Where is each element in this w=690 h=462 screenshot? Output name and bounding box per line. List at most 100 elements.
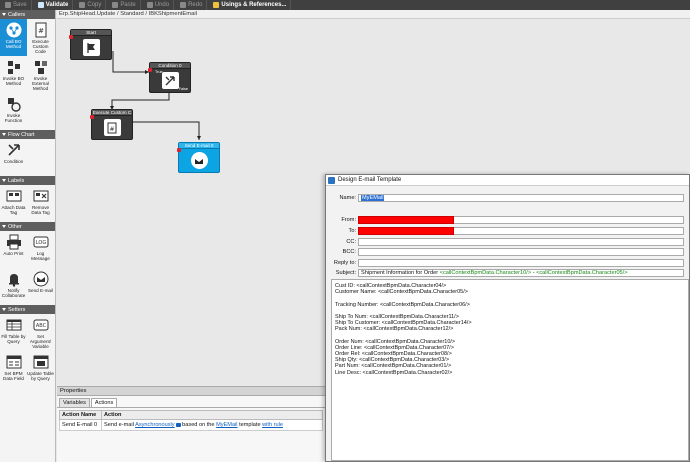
workflow-nodes-icon (6, 22, 22, 38)
app-icon (328, 176, 335, 184)
caret-down-icon (2, 308, 6, 311)
invoke-method-icon (6, 59, 22, 75)
email-body-editor[interactable]: Cust ID: <callContextBpmData.Character04… (331, 279, 689, 461)
paste-button[interactable]: Paste (108, 0, 141, 10)
palette-item-invoke-bo-method[interactable]: Invoke BO Method (0, 56, 27, 93)
template-link[interactable]: MyEMail (216, 422, 237, 428)
node-send-email[interactable]: Send E-mail 0 (177, 142, 220, 173)
palette-item-condition[interactable]: Condition (0, 139, 27, 176)
mode-link[interactable]: Asynchronously (135, 422, 175, 428)
node-start[interactable]: Start (69, 29, 112, 60)
rule-link[interactable]: with rule (262, 422, 283, 428)
palette-item-invoke-external-method[interactable]: Invoke External Method (27, 56, 54, 93)
from-row: From: (326, 216, 684, 224)
palette-item-set-argument-variable[interactable]: ABC Set Argument/ Variable (27, 314, 54, 351)
workflow-canvas[interactable]: Start Condition 0 True False Execute Cus… (57, 20, 325, 385)
cc-input[interactable] (358, 238, 684, 246)
to-input[interactable] (358, 227, 454, 235)
palette-section-other[interactable]: Other (0, 222, 55, 231)
copy-icon (79, 2, 86, 8)
remove-tag-icon (33, 188, 49, 204)
usings-references-button[interactable]: Usings & References... (209, 0, 292, 10)
palette-section-setters[interactable]: Setters (0, 305, 55, 314)
set-variable-icon: ABC (33, 317, 49, 333)
caret-down-icon (2, 13, 6, 16)
palette-item-log-message[interactable]: LOG Log Message (27, 231, 54, 268)
copy-button[interactable]: Copy (75, 0, 107, 10)
from-input-extension[interactable] (454, 216, 684, 224)
start-flag-icon (82, 39, 100, 56)
chevron-down-icon[interactable] (175, 422, 181, 427)
validate-button[interactable]: Validate (34, 0, 74, 10)
table-row[interactable]: Send E-mail 0 Send e-mail Asynchronously… (59, 419, 323, 431)
false-branch-label: False (178, 87, 188, 91)
svg-text:#: # (38, 27, 44, 35)
palette-item-call-bo-method[interactable]: Call BO Method (0, 19, 27, 56)
palette-item-invoke-function[interactable]: Invoke Function (0, 93, 27, 130)
palette-item-set-bpm-data-field[interactable]: Set BPM Data Field (0, 351, 27, 388)
palette-section-flow-chart[interactable]: Flow Chart (0, 130, 55, 139)
palette-item-remove-data-tag[interactable]: Remove Data Tag (27, 185, 54, 222)
caret-down-icon (2, 225, 6, 228)
palette-section-callers[interactable]: Callers (0, 10, 55, 19)
cc-row: CC: (326, 238, 684, 246)
palette-item-execute-custom-code[interactable]: # Execute Custom Code (27, 19, 54, 56)
breakpoint-marker (177, 148, 181, 152)
save-button[interactable]: Save (1, 0, 32, 10)
breakpoint-marker (148, 68, 152, 72)
caret-down-icon (2, 133, 6, 136)
node-execute-custom-code[interactable]: Execute Custom C # (90, 109, 133, 140)
to-input-extension[interactable] (454, 227, 684, 235)
properties-title: Properties (57, 387, 325, 396)
condition-icon (6, 142, 22, 158)
undo-button[interactable]: Undo (143, 0, 175, 10)
palette-section-labels[interactable]: Labels (0, 176, 55, 185)
tab-actions[interactable]: Actions (90, 398, 118, 407)
caret-down-icon (2, 179, 6, 182)
condition-arrow-icon (161, 72, 179, 89)
actions-table: Action Name Action Send E-mail 0 Send e-… (59, 410, 323, 431)
action-name-cell: Send E-mail 0 (59, 419, 102, 431)
bell-icon (6, 271, 22, 287)
redo-button[interactable]: Redo (176, 0, 208, 10)
breakpoint-marker (69, 35, 73, 39)
subject-input[interactable]: Shipment Information for Order <callCont… (358, 269, 684, 277)
palette-item-send-email[interactable]: Send E-mail (27, 268, 54, 305)
properties-panel: Properties Variables Actions Action Name… (57, 386, 325, 462)
update-table-icon (33, 354, 49, 370)
body-line: Line Desc: <callContextBpmData.Character… (335, 369, 453, 376)
validate-icon (37, 2, 44, 8)
reply-to-input[interactable] (358, 259, 684, 267)
fill-table-icon (6, 317, 22, 333)
true-branch-label: True (155, 70, 163, 74)
node-condition[interactable]: Condition 0 True False (148, 62, 191, 93)
palette-item-auto-print[interactable]: Auto Print (0, 231, 27, 268)
breadcrumb: Erp.ShipHead.Update / Standard / IBKShip… (59, 11, 197, 17)
name-row: Name: MyEMail (326, 194, 684, 202)
save-icon (5, 2, 11, 8)
bcc-row: BCC: (326, 248, 684, 256)
redo-icon (180, 2, 187, 8)
workflow-palette: Callers Call BO Method # Execute Custom … (0, 10, 56, 462)
palette-item-fill-table-by-query[interactable]: Fill Table by Query (0, 314, 27, 351)
set-field-icon (6, 354, 22, 370)
email-icon (33, 271, 49, 287)
svg-text:#: # (109, 126, 114, 133)
code-icon: # (103, 119, 121, 136)
toolbar: Save Validate Copy Paste Undo Redo Using… (0, 0, 690, 10)
printer-icon (6, 234, 22, 250)
action-description-cell: Send e-mail Asynchronously based on the … (101, 419, 323, 431)
svg-text:LOG: LOG (35, 240, 46, 246)
log-icon: LOG (33, 234, 49, 250)
name-input[interactable]: MyEMail (358, 194, 684, 202)
properties-tabs: Variables Actions (57, 396, 325, 408)
palette-item-update-table-by-query[interactable]: Update Table by Query (27, 351, 54, 388)
email-icon (190, 152, 208, 169)
palette-item-attach-data-tag[interactable]: Attach Data Tag (0, 185, 27, 222)
palette-item-notify-collaborate[interactable]: Notify Collaborate (0, 268, 27, 305)
tab-variables[interactable]: Variables (59, 398, 90, 407)
from-input[interactable] (358, 216, 454, 224)
code-icon: # (33, 22, 49, 38)
bcc-input[interactable] (358, 248, 684, 256)
breadcrumb-bar: Erp.ShipHead.Update / Standard / IBKShip… (57, 10, 690, 19)
